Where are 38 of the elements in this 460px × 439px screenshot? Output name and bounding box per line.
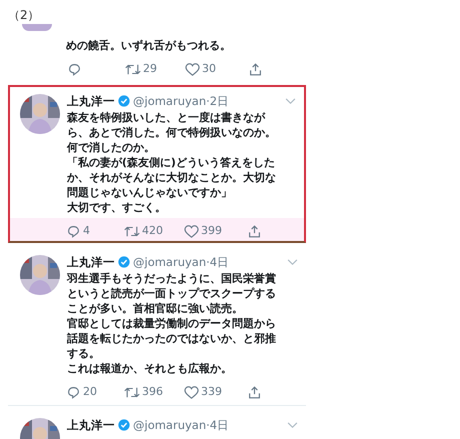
reply-button[interactable]: 20 [67, 384, 124, 400]
reply-icon [67, 386, 80, 398]
heart-icon [185, 62, 200, 76]
user-handle: @jomaruyan·4日 [133, 417, 230, 434]
retweet-button[interactable]: 396 [124, 384, 184, 400]
retweet-icon [124, 224, 140, 238]
user-handle: @jomaruyan·4日 [133, 254, 230, 271]
share-button[interactable] [248, 386, 261, 398]
reply-icon [68, 62, 81, 76]
tweet-text: 羽生選手もそうだったように、国民栄誉賞というと読売が一面トップでスクープすることが多い。首相官邸に強い読売。 [67, 271, 277, 316]
share-icon [248, 224, 261, 238]
share-button[interactable] [248, 224, 261, 238]
reply-button[interactable]: 4 [67, 222, 124, 240]
retweet-button[interactable]: 420 [124, 222, 184, 240]
retweet-icon [125, 62, 141, 76]
avatar-edge [22, 24, 52, 31]
retweet-icon [124, 386, 140, 398]
tweet-text: 大切です、すごく。 [67, 200, 167, 215]
like-button[interactable]: 399 [184, 222, 248, 240]
tweet-text: 官邸としては裁量労働制のデータ問題から話題を転じたかったのではないか、と邪推する。 [67, 316, 277, 361]
like-button[interactable]: 30 [185, 60, 249, 78]
user-handle: @jomaruyan·2日 [133, 93, 230, 110]
retweet-button[interactable]: 29 [125, 60, 185, 78]
user-name: 上丸洋一 [67, 417, 115, 434]
tweet-text: 森友を特例扱いした、と一度は書きながら、あとで消した。何で特例扱いなのか。何で消したのか。 [67, 110, 277, 155]
heart-icon [184, 386, 199, 398]
tweet-text: これは報道か、それとも広報か。 [67, 361, 233, 376]
heart-icon [184, 224, 199, 238]
user-name: 上丸洋一 [67, 93, 115, 110]
share-button[interactable] [249, 62, 262, 76]
share-icon [249, 62, 262, 76]
like-button[interactable]: 339 [184, 384, 248, 400]
share-icon [248, 386, 261, 398]
user-name: 上丸洋一 [67, 254, 115, 271]
tweet-text: めの饒舌。いずれ舌がもつれる。 [66, 38, 232, 53]
caption: （2） [8, 8, 40, 22]
tweet-text: 「私の妻が(森友側に)どういう答えをしたか、それがそんなに大切なことか。大切な問題じゃないんじゃないですか」 [67, 155, 277, 200]
reply-icon [67, 224, 80, 238]
